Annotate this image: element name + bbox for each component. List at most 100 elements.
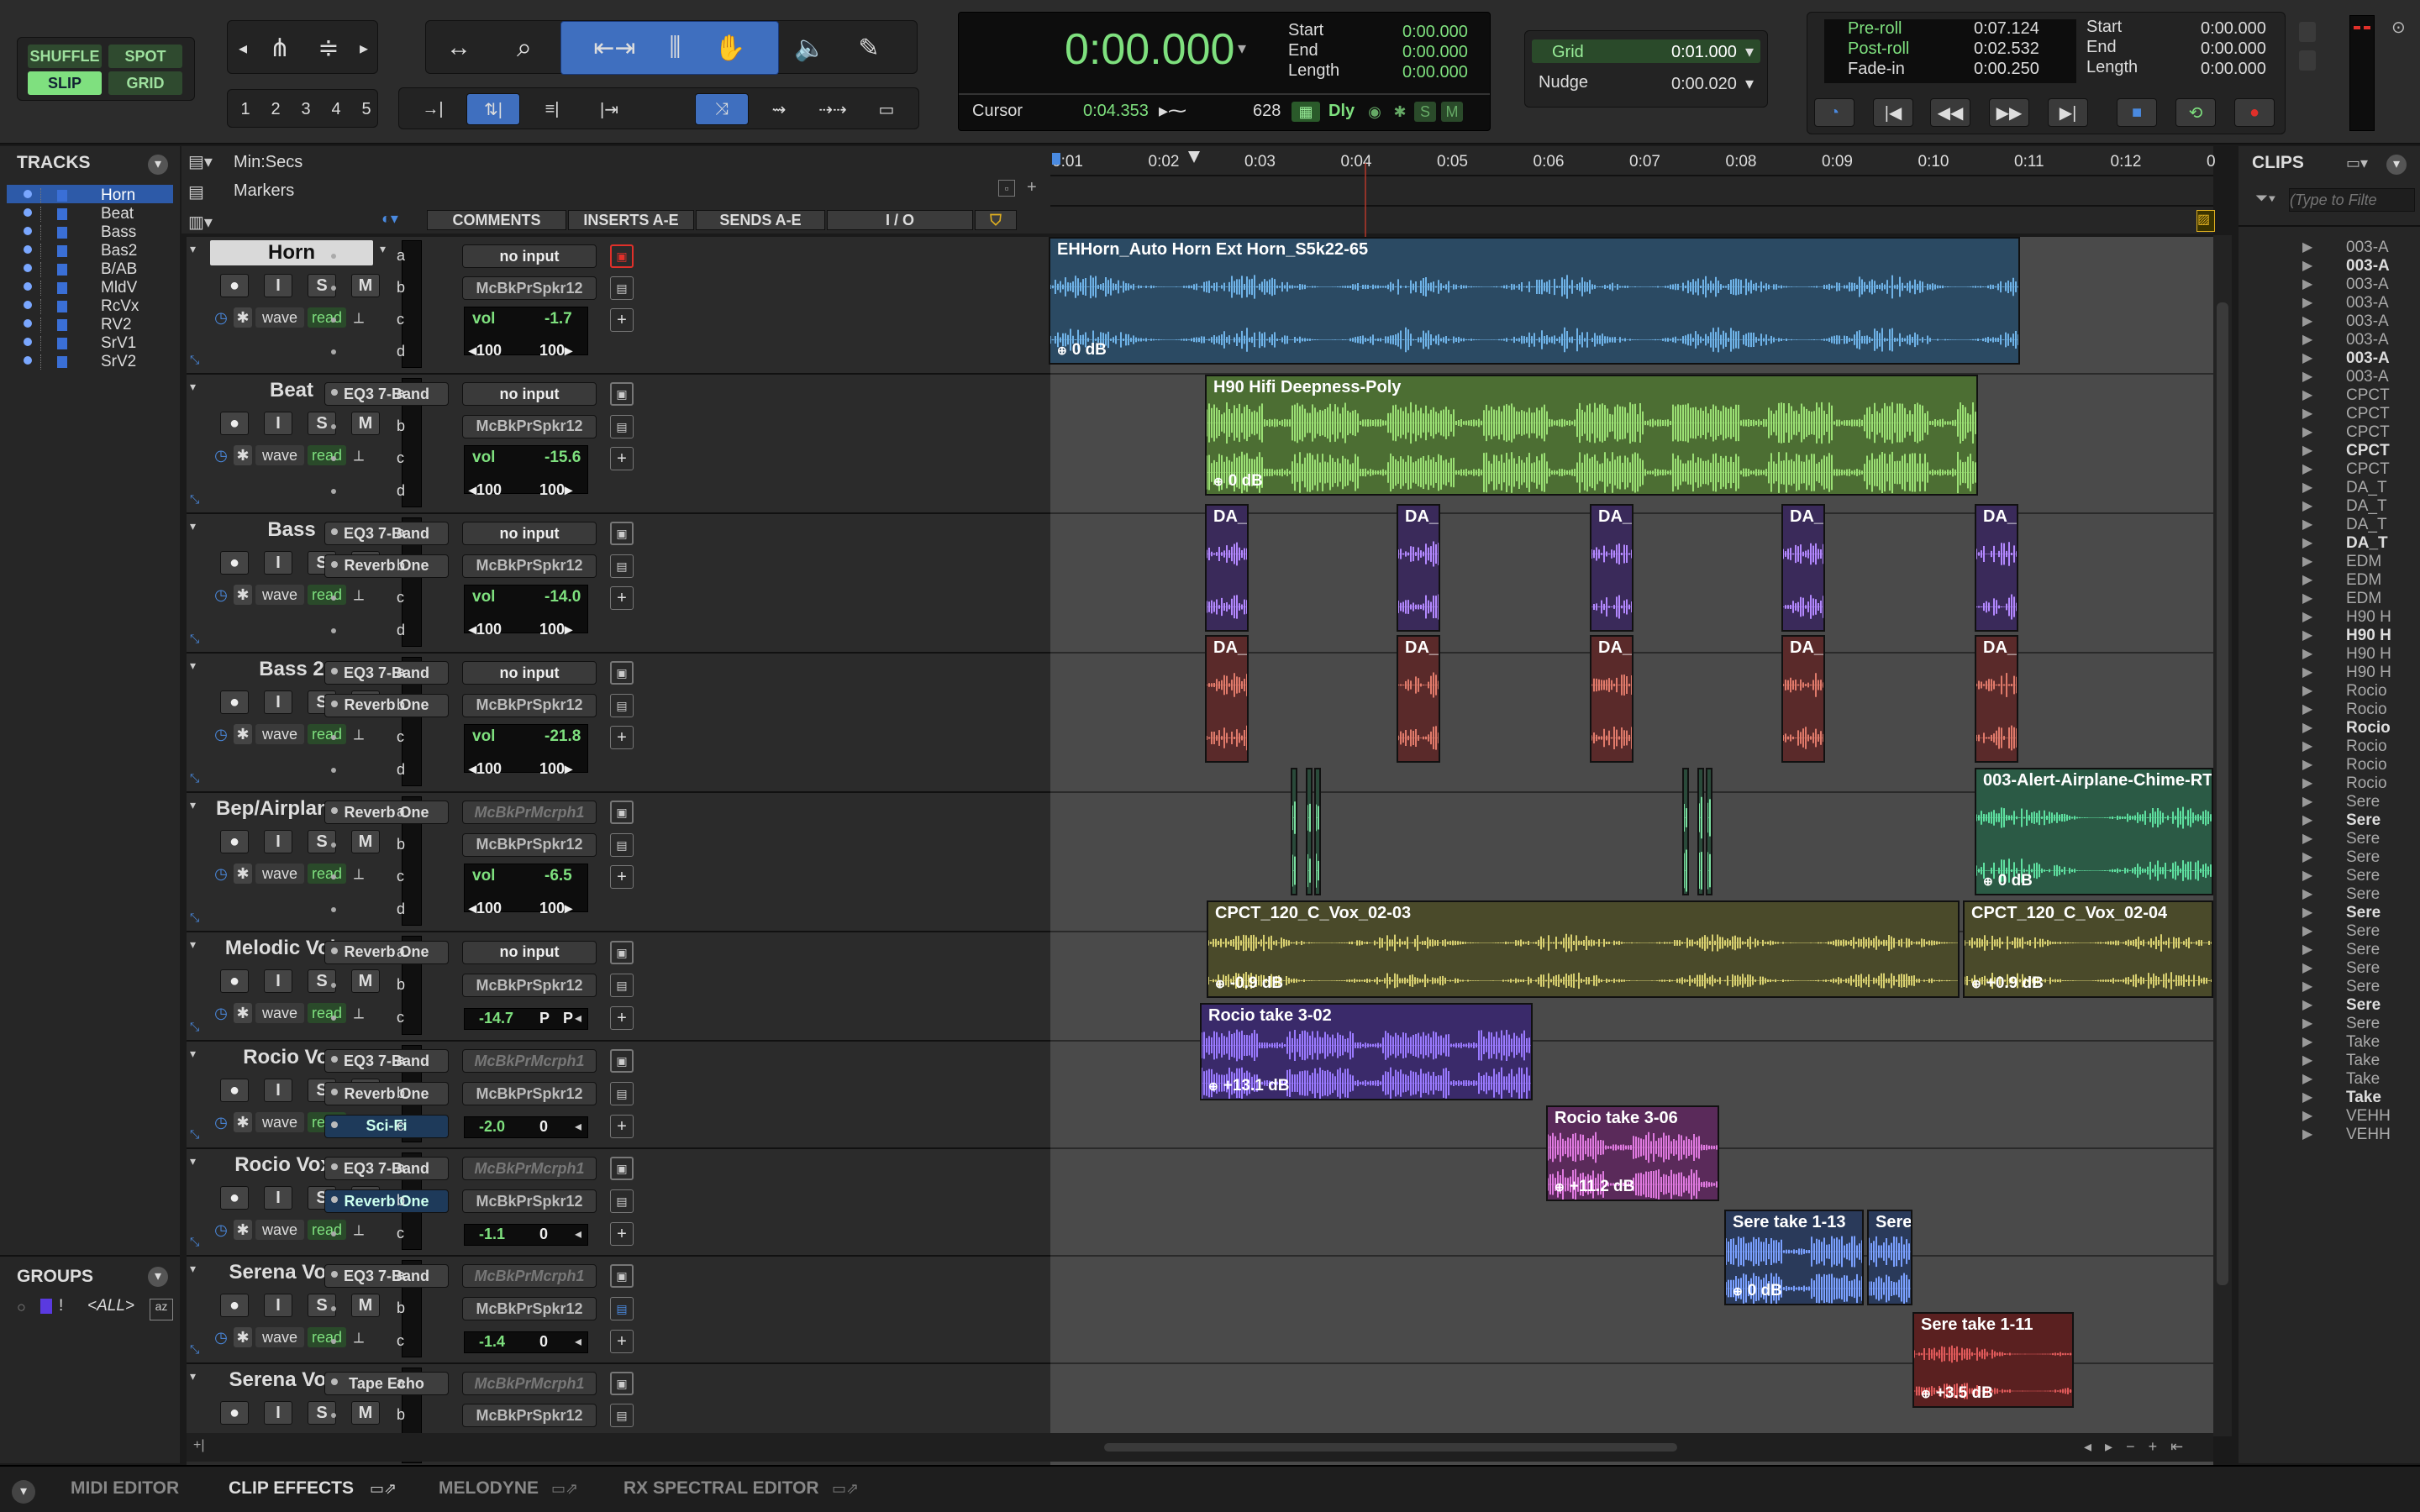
clip-list-item[interactable]: ▶ Sere [2262, 867, 2418, 885]
empty-insert-slot[interactable] [331, 488, 336, 494]
insertion-follows-icon[interactable]: |⇥ [586, 95, 633, 123]
vertical-scroll-thumb[interactable] [2217, 302, 2228, 1285]
pan-left-value[interactable]: 0 [539, 1226, 548, 1243]
track-expand-icon[interactable]: ▾ [190, 242, 205, 256]
column-view-icon[interactable]: ▥▾ [188, 212, 213, 233]
clip-list-item[interactable]: ▶ DA_T [2262, 516, 2418, 534]
volume-value[interactable]: -15.6 [544, 449, 581, 467]
horizontal-scroll-thumb[interactable] [1104, 1443, 1677, 1452]
audio-clip-bass[interactable]: DA_ [1397, 504, 1440, 632]
zoom-preset-4[interactable]: 4 [324, 97, 349, 122]
timebase-icon[interactable]: ◷ [212, 1327, 230, 1347]
clip-list-item[interactable]: ▶ EDM [2262, 571, 2418, 590]
clip-list-item[interactable]: ▶ CPCT [2262, 460, 2418, 479]
mute-clear-icon[interactable]: M [1441, 102, 1463, 122]
comments-icon[interactable]: ▤ [610, 554, 634, 578]
add-lane-icon[interactable]: + [610, 865, 634, 890]
playhead-marker-icon[interactable] [1052, 153, 1060, 165]
disclosure-triangle-icon[interactable]: ▶ [2302, 497, 2312, 514]
volume-value[interactable]: -14.7 [479, 1010, 513, 1027]
clip-list-item[interactable]: ▶ EDM [2262, 553, 2418, 571]
mute-button[interactable]: M [351, 1294, 380, 1317]
volume-value[interactable]: -21.8 [544, 727, 581, 746]
input-monitor-button[interactable]: I [264, 551, 292, 575]
pan-left-value[interactable]: ◂100 [469, 481, 502, 499]
timebase-icon[interactable]: ◷ [212, 1220, 230, 1240]
insert-slot[interactable]: EQ3 7-Band [324, 522, 449, 546]
disclosure-triangle-icon[interactable]: ▶ [2302, 312, 2312, 329]
add-lane-icon[interactable]: + [610, 1221, 634, 1246]
insert-slot[interactable]: Reverb One [324, 940, 449, 964]
clip-list-item[interactable]: ▶ Sere [2262, 941, 2418, 959]
record-safe-icon[interactable]: ▣ [610, 1264, 634, 1289]
record-arm-button[interactable]: ● [220, 412, 249, 435]
send-slot[interactable]: b [397, 1299, 405, 1317]
track-view-button[interactable]: wave [255, 1327, 304, 1347]
clip-list-item[interactable]: ▶ Take [2262, 1052, 2418, 1070]
send-slot[interactable]: d [397, 761, 405, 779]
volume-value[interactable]: -14.0 [544, 588, 581, 606]
disclosure-triangle-icon[interactable]: ▶ [2302, 701, 2312, 717]
timebase-icon[interactable]: ◷ [212, 864, 230, 884]
track-list-item[interactable]: SrV1 [17, 334, 168, 353]
solo-button[interactable]: S [308, 1294, 336, 1317]
clip-list-item[interactable]: ▶ Rocio [2262, 682, 2418, 701]
insert-slot[interactable]: Reverb One [324, 1189, 449, 1213]
input-selector[interactable]: no input [462, 382, 597, 407]
counter-menu-icon[interactable]: ▾ [1238, 38, 1246, 59]
insert-slot[interactable]: Reverb One [324, 693, 449, 717]
disclosure-triangle-icon[interactable]: ▶ [2302, 645, 2312, 662]
zoom-preset-2[interactable]: 2 [263, 97, 288, 122]
send-slot[interactable]: c [397, 1332, 404, 1350]
audio-clip-bass2[interactable]: DA_ [1781, 635, 1825, 763]
audio-clip-bass2[interactable]: DA_ [1205, 635, 1249, 763]
group-all[interactable]: <ALL> [87, 1297, 134, 1315]
pan-left-value[interactable]: 0 [539, 1333, 548, 1351]
selection-end-value[interactable]: 0:00.000 [1402, 43, 1468, 62]
send-slot[interactable]: a [397, 385, 405, 402]
comments-icon[interactable]: ▤ [610, 1082, 634, 1105]
track-list-item[interactable]: Bass [17, 223, 168, 242]
link-track-edit-icon[interactable]: ≡| [529, 95, 576, 123]
input-monitor-button[interactable]: I [264, 412, 292, 435]
track-view-button[interactable]: wave [255, 1112, 304, 1132]
disclosure-triangle-icon[interactable]: ▶ [2302, 553, 2312, 570]
record-arm-button[interactable]: ● [220, 1401, 249, 1425]
clip-list-item[interactable]: ▶ Sere [2262, 793, 2418, 811]
shuffle-mode-button[interactable]: SHUFFLE [28, 45, 102, 68]
audio-clip-bass[interactable]: DA_ [1781, 504, 1825, 632]
insert-slot[interactable]: EQ3 7-Band [324, 382, 449, 407]
automation-follows-icon[interactable]: ⇝ [755, 95, 802, 123]
send-slot[interactable]: c [397, 1225, 404, 1242]
automation-mode-button[interactable]: read [308, 864, 346, 884]
zoom-nav-icons[interactable]: ◂▸−+⇤ [2084, 1438, 2196, 1456]
track-view-button[interactable]: wave [255, 864, 304, 884]
disclosure-triangle-icon[interactable]: ▶ [2302, 405, 2312, 422]
transport-end-value[interactable]: 0:00.000 [2201, 39, 2266, 59]
group-a-z-icon[interactable]: az [150, 1299, 173, 1320]
postroll-label[interactable]: Post-roll [1848, 39, 1909, 59]
track-view-button[interactable]: wave [255, 1003, 304, 1023]
track-view-selector-icon[interactable]: ◐▾ [381, 210, 398, 228]
disclosure-triangle-icon[interactable]: ▶ [2302, 349, 2312, 366]
output-selector[interactable]: McBkPrSpkr12 [462, 832, 597, 857]
audio-clip-horn[interactable]: EHHorn_Auto Horn Ext Horn_S5k22-65 ⊕ 0 dB [1049, 237, 2020, 365]
disclosure-triangle-icon[interactable]: ▶ [2302, 811, 2312, 828]
zoom-toggle-icon[interactable]: ▨ [2196, 210, 2215, 232]
nudge-dropdown-icon[interactable]: ▾ [1745, 73, 1754, 94]
track-resize-icon[interactable]: ⤡ [190, 1342, 207, 1357]
input-monitor-button[interactable]: I [264, 1186, 292, 1210]
pan-right-value[interactable]: 100▸ [539, 342, 572, 360]
rewind-icon[interactable]: ◀◀ [1930, 98, 1970, 127]
track-list-item[interactable]: RV2 [17, 316, 168, 334]
automation-mode-button[interactable]: read [308, 1327, 346, 1347]
disclosure-triangle-icon[interactable]: ▶ [2302, 239, 2312, 255]
playlist-icon[interactable]: ⟂ [350, 585, 368, 605]
disclosure-triangle-icon[interactable]: ▶ [2302, 793, 2312, 810]
disclosure-triangle-icon[interactable]: ▶ [2302, 608, 2312, 625]
popout-icon[interactable]: ▭⇗ [832, 1480, 859, 1498]
send-slot[interactable]: a [397, 1052, 405, 1069]
clip-list-item[interactable]: ▶ 003-A [2262, 312, 2418, 331]
track-visible-dot-icon[interactable] [24, 319, 32, 328]
clip-list-item[interactable]: ▶ Rocio [2262, 701, 2418, 719]
